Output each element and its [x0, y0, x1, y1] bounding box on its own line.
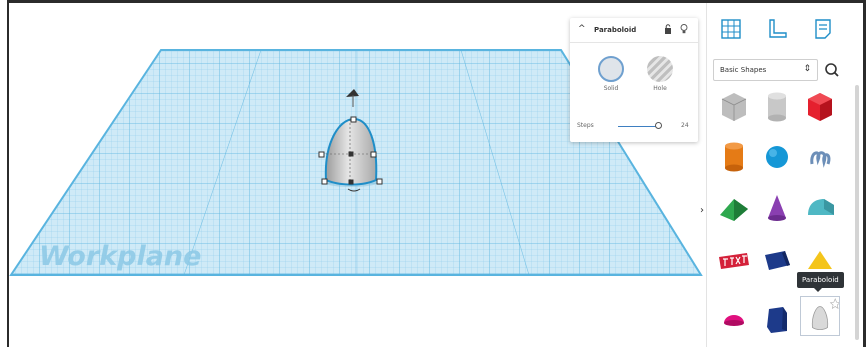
select-arrows-icon: ⇕ [803, 64, 811, 74]
shapes-scrollbar[interactable] [855, 85, 859, 340]
shape-roof[interactable] [714, 187, 754, 227]
shape-tooltip: Paraboloid [797, 272, 844, 292]
inspector-title: Paraboloid [594, 26, 637, 34]
solid-label: Solid [603, 85, 619, 92]
shape-text[interactable] [714, 239, 754, 279]
lightbulb-icon[interactable] [680, 24, 688, 34]
shape-paraboloid[interactable] [800, 296, 840, 336]
shape-polygon[interactable] [757, 299, 797, 339]
shape-polygon-block[interactable] [757, 239, 797, 279]
solid-button[interactable] [598, 56, 624, 82]
steps-slider-handle[interactable] [655, 122, 662, 129]
steps-label: Steps [577, 122, 594, 129]
shapes-panel: Basic Shapes ⇕ [706, 3, 864, 347]
shape-cylinder[interactable] [714, 136, 754, 176]
notes-icon[interactable] [811, 17, 835, 41]
hole-label: Hole [653, 85, 667, 92]
search-icon[interactable] [821, 59, 843, 81]
shape-cone[interactable] [757, 187, 797, 227]
shape-category-select[interactable]: Basic Shapes ⇕ [713, 59, 818, 81]
shape-scribble[interactable] [800, 136, 840, 176]
favorite-star-icon[interactable] [829, 298, 840, 310]
inspector-header: ^ Paraboloid [570, 18, 698, 43]
shape-box[interactable] [800, 87, 840, 127]
grid-view-icon[interactable] [719, 17, 743, 41]
shape-sphere[interactable] [757, 136, 797, 176]
steps-slider-track[interactable] [618, 126, 658, 127]
window-border-left [0, 0, 9, 347]
ruler-icon[interactable] [765, 17, 789, 41]
shape-inspector: ^ Paraboloid Solid Hole Steps 24 [570, 18, 698, 142]
shape-category-label: Basic Shapes [720, 66, 767, 74]
lock-icon[interactable] [664, 24, 672, 34]
hole-button[interactable] [647, 56, 673, 82]
chevron-up-icon[interactable]: ^ [578, 25, 586, 34]
workplane-label: Workplane [39, 241, 201, 272]
shape-half-sphere[interactable] [714, 299, 754, 339]
collapse-panel-chevron-icon[interactable]: › [700, 205, 704, 216]
shape-box-hole[interactable] [714, 87, 754, 127]
steps-value: 24 [681, 122, 689, 129]
shape-cylinder-hole[interactable] [757, 87, 797, 127]
shape-round-roof[interactable] [800, 187, 840, 227]
